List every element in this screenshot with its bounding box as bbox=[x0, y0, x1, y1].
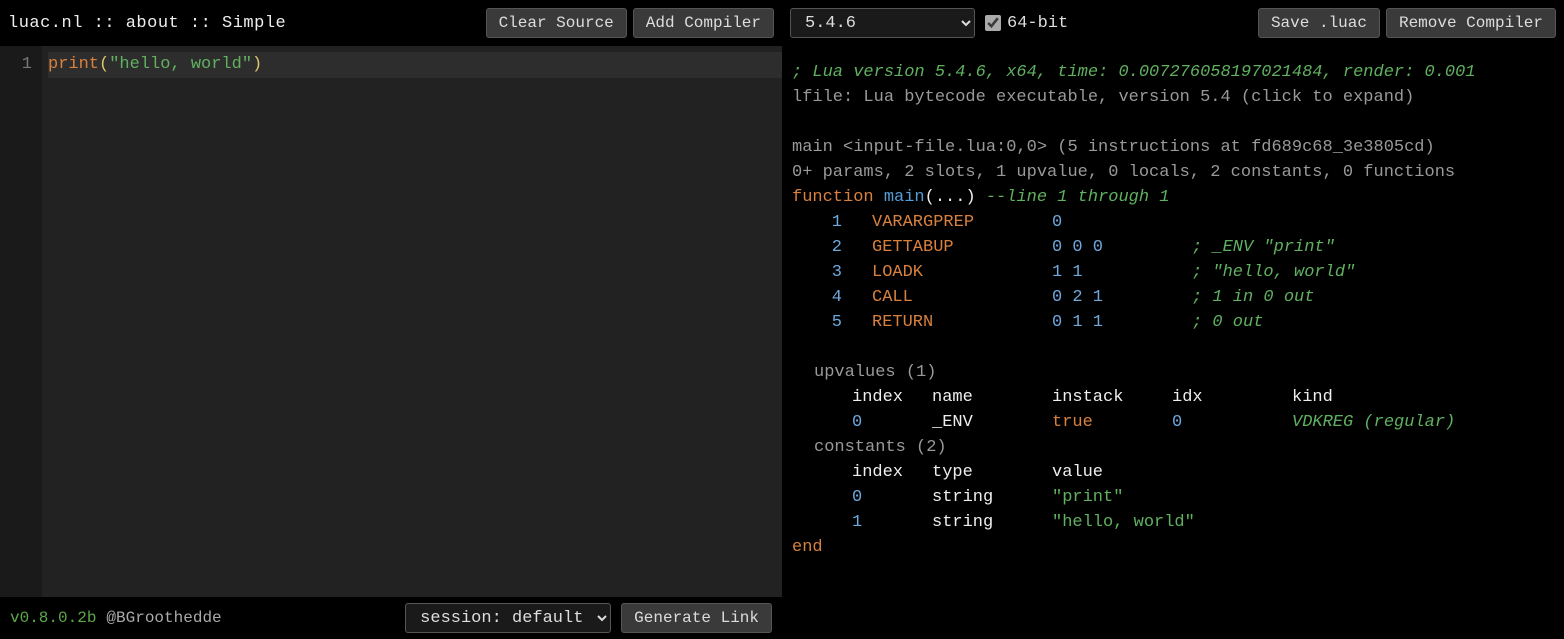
lua-version-select[interactable]: 5.4.6 bbox=[790, 8, 975, 38]
const-value: "hello, world" bbox=[1052, 510, 1554, 535]
const-index: 0 bbox=[852, 485, 932, 510]
output-meta-comment: ; Lua version 5.4.6, x64, time: 0.007276… bbox=[792, 60, 1554, 85]
upvalues-title: upvalues (1) bbox=[814, 360, 1554, 385]
arch-toggle[interactable]: 64-bit bbox=[985, 14, 1068, 33]
instruction-row: 1VARARGPREP0 bbox=[792, 210, 1554, 235]
instr-args: 1 1 bbox=[1052, 260, 1192, 285]
function-header: function main(...) --line 1 through 1 bbox=[792, 185, 1554, 210]
upv-h-kind: kind bbox=[1292, 385, 1554, 410]
upv-h-idx: idx bbox=[1172, 385, 1292, 410]
instr-opcode: CALL bbox=[872, 285, 1052, 310]
upv-idx: 0 bbox=[1172, 410, 1292, 435]
instruction-row: 5RETURN0 1 1; 0 out bbox=[792, 310, 1554, 335]
instr-comment: ; _ENV "print" bbox=[1192, 235, 1335, 260]
output-main-meta: 0+ params, 2 slots, 1 upvalue, 0 locals,… bbox=[792, 160, 1554, 185]
source-editor[interactable]: 1 print("hello, world") bbox=[0, 46, 782, 597]
instr-args: 0 0 0 bbox=[1052, 235, 1192, 260]
upv-name: _ENV bbox=[932, 410, 1052, 435]
author-handle[interactable]: @BGroothedde bbox=[106, 609, 221, 627]
instr-comment: ; "hello, world" bbox=[1192, 260, 1355, 285]
page-title: luac.nl :: about :: Simple bbox=[8, 14, 286, 33]
code-lines[interactable]: print("hello, world") bbox=[42, 46, 782, 597]
instruction-row: 3LOADK1 1; "hello, world" bbox=[792, 260, 1554, 285]
bytecode-output[interactable]: ; Lua version 5.4.6, x64, time: 0.007276… bbox=[782, 46, 1564, 639]
const-h-index: index bbox=[852, 460, 932, 485]
instruction-list: 1VARARGPREP02GETTABUP0 0 0; _ENV "print"… bbox=[792, 210, 1554, 335]
instr-comment: ; 1 in 0 out bbox=[1192, 285, 1314, 310]
const-type: string bbox=[932, 485, 1052, 510]
token-lparen: ( bbox=[99, 55, 109, 74]
upvalue-row: 0_ENVtrue0VDKREG (regular) bbox=[852, 410, 1554, 435]
instr-linenum: 1 bbox=[792, 210, 872, 235]
arch-label: 64-bit bbox=[1007, 14, 1068, 33]
instr-args: 0 2 1 bbox=[1052, 285, 1192, 310]
source-footer: v0.8.0.2b @BGroothedde session: default … bbox=[0, 597, 782, 639]
instr-opcode: VARARGPREP bbox=[872, 210, 1052, 235]
arch-checkbox[interactable] bbox=[985, 15, 1001, 31]
compiler-top-bar: 5.4.6 64-bit Save .luac Remove Compiler bbox=[782, 0, 1564, 46]
save-luac-button[interactable]: Save .luac bbox=[1258, 8, 1380, 38]
upv-h-instack: instack bbox=[1052, 385, 1172, 410]
upvalues-table: index name instack idx kind 0_ENVtrue0VD… bbox=[852, 385, 1554, 435]
constant-row: 1string"hello, world" bbox=[852, 510, 1554, 535]
instr-linenum: 2 bbox=[792, 235, 872, 260]
version-label: v0.8.0.2b bbox=[10, 609, 96, 627]
session-select[interactable]: session: default bbox=[405, 603, 611, 633]
function-keyword: function bbox=[792, 188, 874, 207]
token-rparen: ) bbox=[252, 55, 262, 74]
instr-opcode: LOADK bbox=[872, 260, 1052, 285]
function-comment: --line 1 through 1 bbox=[986, 188, 1170, 207]
instr-opcode: GETTABUP bbox=[872, 235, 1052, 260]
instr-args: 0 bbox=[1052, 210, 1192, 235]
instr-linenum: 4 bbox=[792, 285, 872, 310]
function-name: main bbox=[884, 188, 925, 207]
instr-linenum: 5 bbox=[792, 310, 872, 335]
constants-title: constants (2) bbox=[814, 435, 1554, 460]
clear-source-button[interactable]: Clear Source bbox=[486, 8, 627, 38]
instr-args: 0 1 1 bbox=[1052, 310, 1192, 335]
token-fn: print bbox=[48, 55, 99, 74]
instr-linenum: 3 bbox=[792, 260, 872, 285]
line-number: 1 bbox=[0, 52, 32, 78]
output-file-line[interactable]: lfile: Lua bytecode executable, version … bbox=[792, 85, 1554, 110]
add-compiler-button[interactable]: Add Compiler bbox=[633, 8, 774, 38]
constants-table: index type value 0string"print"1string"h… bbox=[852, 460, 1554, 535]
upv-h-index: index bbox=[852, 385, 932, 410]
instruction-row: 4CALL0 2 1; 1 in 0 out bbox=[792, 285, 1554, 310]
upv-h-name: name bbox=[932, 385, 1052, 410]
token-string: "hello, world" bbox=[109, 55, 252, 74]
source-top-bar: luac.nl :: about :: Simple Clear Source … bbox=[0, 0, 782, 46]
upv-index: 0 bbox=[852, 410, 932, 435]
remove-compiler-button[interactable]: Remove Compiler bbox=[1386, 8, 1556, 38]
function-args: (...) bbox=[925, 188, 976, 207]
const-value: "print" bbox=[1052, 485, 1554, 510]
instr-opcode: RETURN bbox=[872, 310, 1052, 335]
end-keyword: end bbox=[792, 535, 1554, 560]
const-h-type: type bbox=[932, 460, 1052, 485]
const-h-value: value bbox=[1052, 460, 1554, 485]
instruction-row: 2GETTABUP0 0 0; _ENV "print" bbox=[792, 235, 1554, 260]
const-index: 1 bbox=[852, 510, 932, 535]
const-type: string bbox=[932, 510, 1052, 535]
output-main-sig: main <input-file.lua:0,0> (5 instruction… bbox=[792, 135, 1554, 160]
upv-kind: VDKREG (regular) bbox=[1292, 410, 1554, 435]
upv-instack: true bbox=[1052, 410, 1172, 435]
editor-gutter: 1 bbox=[0, 46, 42, 597]
constant-row: 0string"print" bbox=[852, 485, 1554, 510]
generate-link-button[interactable]: Generate Link bbox=[621, 603, 772, 633]
source-pane: luac.nl :: about :: Simple Clear Source … bbox=[0, 0, 782, 639]
compiler-pane: 5.4.6 64-bit Save .luac Remove Compiler … bbox=[782, 0, 1564, 639]
instr-comment: ; 0 out bbox=[1192, 310, 1263, 335]
